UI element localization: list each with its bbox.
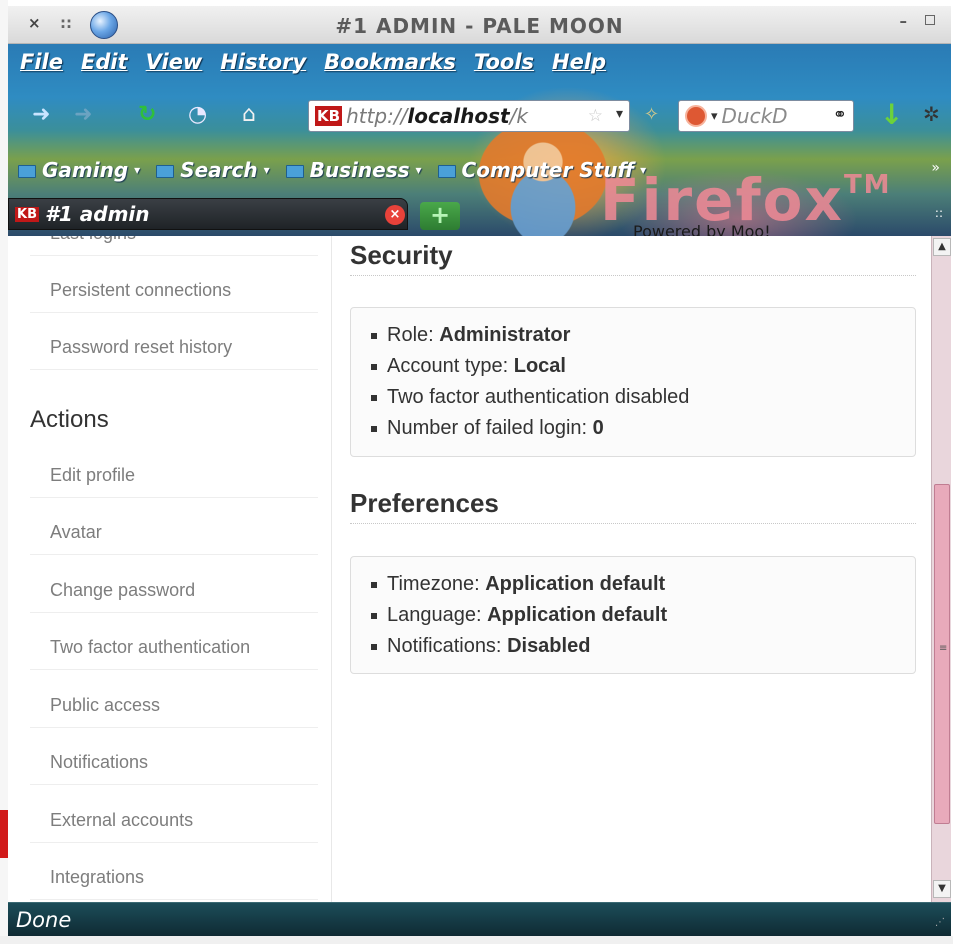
preferences-notifications: Notifications: Disabled (371, 631, 915, 662)
url-text[interactable]: http://localhost/k (346, 104, 528, 128)
tab-favicon-icon: KB (15, 206, 39, 222)
bookmark-star-icon[interactable]: ☆ (588, 106, 603, 126)
desktop-background-left (0, 0, 8, 944)
scrollbar-thumb[interactable]: ≡ (934, 484, 950, 824)
status-bar: Done ⋰ (8, 902, 951, 936)
security-account-type: Account type: Local (371, 351, 915, 382)
menu-view[interactable]: View (146, 50, 203, 80)
actions-heading: Actions (30, 406, 109, 433)
sidebar-item-edit-profile[interactable]: Edit profile (30, 454, 318, 498)
sidebar-item-two-factor-authentication[interactable]: Two factor authentication (30, 626, 318, 670)
window-maximize-icon[interactable] (925, 15, 935, 25)
tab-bar: KB #1 admin × + :: (8, 198, 951, 236)
menu-history[interactable]: History (220, 50, 306, 80)
sidebar: Last logins Persistent connections Passw… (8, 236, 332, 902)
search-input[interactable]: DuckD (722, 104, 788, 128)
addon-puzzle-icon[interactable]: ✲ (923, 102, 940, 126)
sidebar-item-change-password[interactable]: Change password (30, 569, 318, 613)
desktop-background-accent (0, 810, 8, 858)
menu-file[interactable]: File (20, 50, 63, 80)
scrollbar-grip-icon: ≡ (939, 643, 948, 654)
sidebar-item-integrations[interactable]: Integrations (30, 856, 318, 900)
download-arrow-icon[interactable]: ↓ (880, 98, 903, 131)
folder-icon (18, 164, 36, 178)
security-role: Role: Administrator (371, 320, 915, 351)
window-title: #1 ADMIN - PALE MOON (335, 14, 624, 38)
forward-arrow-icon[interactable]: ➜ (74, 102, 92, 128)
sidebar-item-external-accounts[interactable]: External accounts (30, 799, 318, 843)
site-favicon-icon: KB (315, 106, 343, 126)
bookmarks-toolbar: Gaming ▾ Search ▾ Business ▾ Computer Stuff… (18, 154, 948, 186)
tabbar-grip-icon: :: (934, 206, 943, 220)
search-bar[interactable]: ▾ DuckD ⚭ (678, 100, 854, 132)
bookmark-folder-search[interactable]: Search ▾ (156, 154, 270, 186)
bookmark-folder-computer-stuff[interactable]: Computer Stuff ▾ (437, 154, 646, 186)
preferences-heading: Preferences (350, 488, 916, 524)
binoculars-icon[interactable]: ⚭ (833, 105, 847, 125)
bookmarks-overflow-icon[interactable]: » (931, 160, 940, 176)
sidebar-item-persistent-connections[interactable]: Persistent connections (30, 269, 318, 313)
back-arrow-icon[interactable]: ➜ (32, 102, 50, 128)
sidebar-item-last-logins[interactable]: Last logins (30, 236, 318, 256)
menu-edit[interactable]: Edit (81, 50, 128, 80)
menu-tools[interactable]: Tools (474, 50, 534, 80)
scroll-down-icon[interactable]: ▼ (933, 880, 951, 898)
home-icon[interactable]: ⌂ (242, 102, 256, 128)
preferences-panel: Timezone: Application default Language: … (350, 556, 916, 674)
security-two-factor: Two factor authentication disabled (371, 382, 915, 413)
menu-help[interactable]: Help (552, 50, 606, 80)
folder-icon (285, 164, 304, 178)
url-bar[interactable]: KB http://localhost/k ☆ ▾ (308, 100, 630, 132)
security-failed-logins: Number of failed login: 0 (371, 413, 915, 444)
reload-icon[interactable]: ↻ (138, 102, 156, 128)
page-content: Last logins Persistent connections Passw… (8, 236, 931, 902)
bookmark-folder-gaming[interactable]: Gaming ▾ (18, 154, 140, 186)
history-icon[interactable]: ◔ (188, 102, 207, 128)
window-minimize-icon[interactable]: – (900, 12, 908, 30)
menu-bookmarks[interactable]: Bookmarks (324, 50, 456, 80)
url-dropdown-icon[interactable]: ▾ (616, 106, 623, 122)
preferences-language: Language: Application default (371, 600, 915, 631)
sidebar-item-notifications[interactable]: Notifications (30, 741, 318, 785)
resize-grip-icon[interactable]: ⋰ (935, 917, 945, 928)
preferences-timezone: Timezone: Application default (371, 569, 915, 600)
search-engine-dropdown-icon[interactable]: ▾ (711, 109, 718, 124)
tab-label: #1 admin (44, 202, 150, 226)
security-heading: Security (350, 240, 916, 276)
bookmark-folder-business[interactable]: Business ▾ (285, 154, 422, 186)
desktop-background-bottom (0, 936, 953, 944)
status-text: Done (16, 908, 72, 932)
vertical-scrollbar[interactable]: ▲ ≡ ▼ (931, 236, 951, 902)
menu-bar: File Edit View History Bookmarks Tools H… (20, 50, 606, 80)
tab-close-icon[interactable]: × (385, 205, 405, 225)
sidebar-item-avatar[interactable]: Avatar (30, 511, 318, 555)
scroll-up-icon[interactable]: ▲ (933, 238, 951, 256)
main-panel: Security Role: Administrator Account typ… (350, 236, 918, 902)
security-panel: Role: Administrator Account type: Local … (350, 307, 916, 457)
sidebar-item-public-access[interactable]: Public access (30, 684, 318, 728)
tab-admin[interactable]: KB #1 admin × (8, 198, 408, 230)
sidebar-item-password-reset-history[interactable]: Password reset history (30, 326, 318, 370)
navigation-toolbar: ➜ ➜ ↻ ◔ ⌂ KB http://localhost/k ☆ ▾ ✧ ▾ … (18, 98, 948, 134)
folder-icon (437, 164, 456, 178)
window-titlebar[interactable]: × :: #1 ADMIN - PALE MOON – (8, 6, 951, 44)
folder-icon (156, 164, 175, 178)
duckduckgo-logo-icon[interactable] (685, 105, 707, 127)
loading-indicator-icon: ✧ (644, 104, 660, 125)
new-tab-button[interactable]: + (420, 202, 460, 230)
